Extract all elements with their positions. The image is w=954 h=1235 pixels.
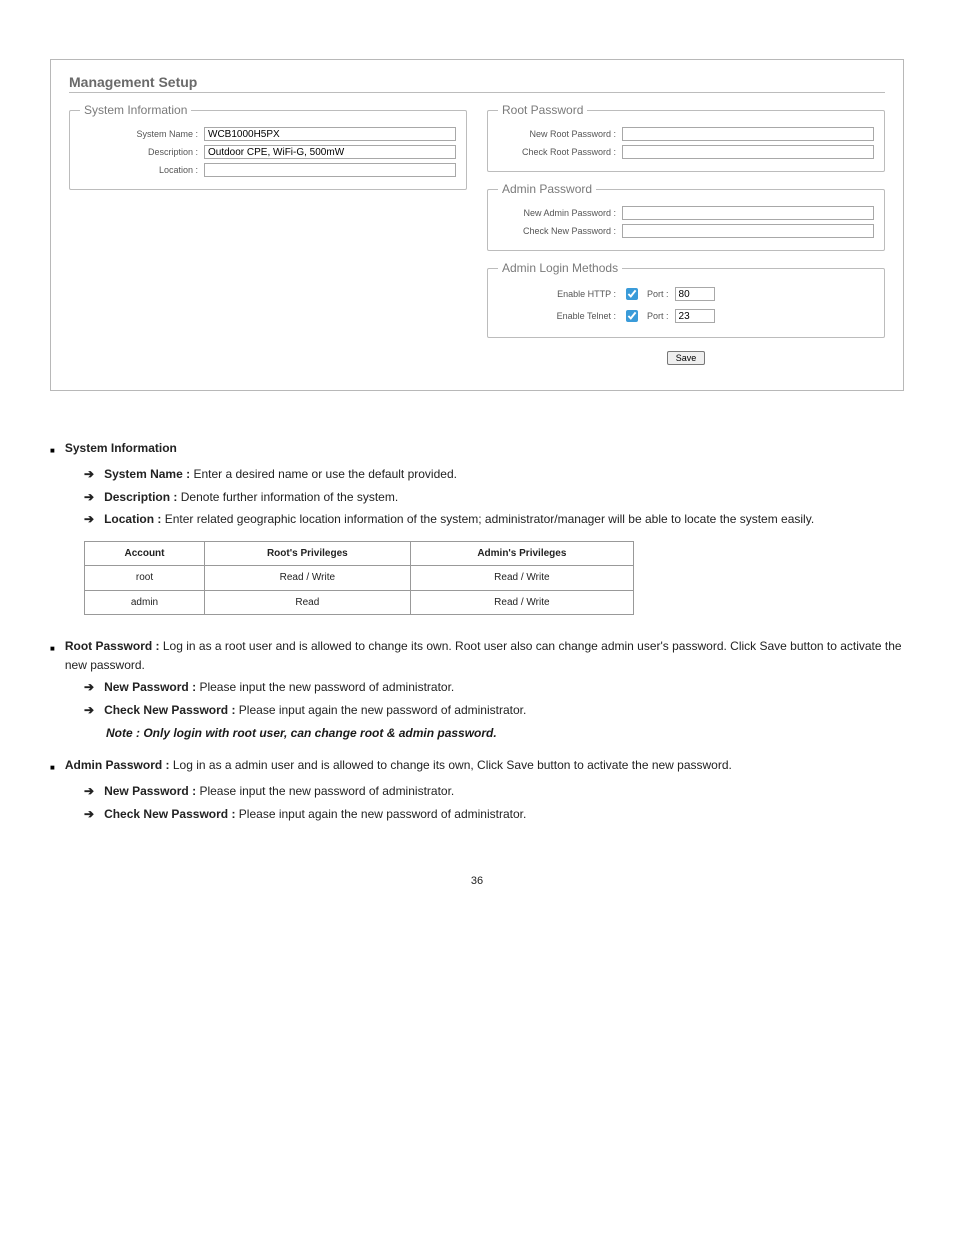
telnet-port-input[interactable] [675,309,715,323]
location-item-body: Enter related geographic location inform… [165,512,814,526]
telnet-port-label: Port : [647,311,669,321]
arrow-icon: ➔ [84,510,94,529]
admin-password-legend: Admin Password [498,182,596,196]
description-item-body: Denote further information of the system… [181,490,398,504]
col-account: Account [85,541,205,566]
cell: admin [85,590,205,615]
table-header-row: Account Root's Privileges Admin's Privil… [85,541,634,566]
panel-title: Management Setup [69,74,885,93]
root-password-heading-body: Log in as a root user and is allowed to … [65,639,902,672]
col-root-priv: Root's Privileges [204,541,410,566]
location-input[interactable] [204,163,456,177]
http-port-input[interactable] [675,287,715,301]
admin-new-title: New Password : [104,784,196,798]
system-information-heading: System Information [65,439,177,461]
management-setup-panel: Management Setup System Information Syst… [50,59,904,391]
cell: Read [204,590,410,615]
arrow-icon: ➔ [84,701,94,720]
col-admin-priv: Admin's Privileges [410,541,633,566]
page-number: 36 [50,825,904,890]
enable-telnet-label: Enable Telnet : [498,311,616,321]
system-name-item-body: Enter a desired name or use the default … [193,467,457,481]
root-new-title: New Password : [104,680,196,694]
admin-login-methods-legend: Admin Login Methods [498,261,622,275]
root-password-legend: Root Password [498,103,587,117]
new-root-password-input[interactable] [622,127,874,141]
bullet-icon: ■ [50,637,55,674]
cell: root [85,566,205,591]
enable-http-label: Enable HTTP : [498,289,616,299]
root-check-body: Please input again the new password of a… [239,703,527,717]
table-row: root Read / Write Read / Write [85,566,634,591]
new-admin-password-input[interactable] [622,206,874,220]
root-note: Note : Only login with root user, can ch… [50,724,904,743]
admin-password-group: Admin Password New Admin Password : Chec… [487,182,885,251]
enable-http-checkbox[interactable] [626,288,638,300]
system-information-group: System Information System Name : Descrip… [69,103,467,190]
cell: Read / Write [410,566,633,591]
arrow-icon: ➔ [84,465,94,484]
admin-new-body: Please input the new password of adminis… [199,784,454,798]
http-port-label: Port : [647,289,669,299]
enable-telnet-checkbox[interactable] [626,310,638,322]
admin-check-title: Check New Password : [104,807,235,821]
check-root-password-label: Check Root Password : [498,147,616,157]
system-information-legend: System Information [80,103,191,117]
privilege-table: Account Root's Privileges Admin's Privil… [84,541,634,616]
documentation-body: ■ System Information ➔ System Name : Ent… [50,417,904,890]
check-root-password-input[interactable] [622,145,874,159]
location-label: Location : [80,165,198,175]
bullet-icon: ■ [50,439,55,461]
root-new-body: Please input the new password of adminis… [199,680,454,694]
cell: Read / Write [410,590,633,615]
location-item-title: Location : [104,512,161,526]
check-admin-password-label: Check New Password : [498,226,616,236]
root-check-title: Check New Password : [104,703,235,717]
arrow-icon: ➔ [84,782,94,801]
arrow-icon: ➔ [84,805,94,824]
save-button[interactable]: Save [667,351,706,365]
bullet-icon: ■ [50,756,55,778]
admin-login-methods-group: Admin Login Methods Enable HTTP : Port :… [487,261,885,338]
system-name-label: System Name : [80,129,198,139]
admin-password-heading: Admin Password : [65,758,170,772]
arrow-icon: ➔ [84,678,94,697]
root-password-heading: Root Password : [65,639,160,653]
new-root-password-label: New Root Password : [498,129,616,139]
description-input[interactable] [204,145,456,159]
system-name-item-title: System Name : [104,467,190,481]
new-admin-password-label: New Admin Password : [498,208,616,218]
description-item-title: Description : [104,490,177,504]
root-password-group: Root Password New Root Password : Check … [487,103,885,172]
system-name-input[interactable] [204,127,456,141]
table-row: admin Read Read / Write [85,590,634,615]
check-admin-password-input[interactable] [622,224,874,238]
admin-check-body: Please input again the new password of a… [239,807,527,821]
description-label: Description : [80,147,198,157]
cell: Read / Write [204,566,410,591]
admin-password-heading-body: Log in as a admin user and is allowed to… [173,758,732,772]
arrow-icon: ➔ [84,488,94,507]
